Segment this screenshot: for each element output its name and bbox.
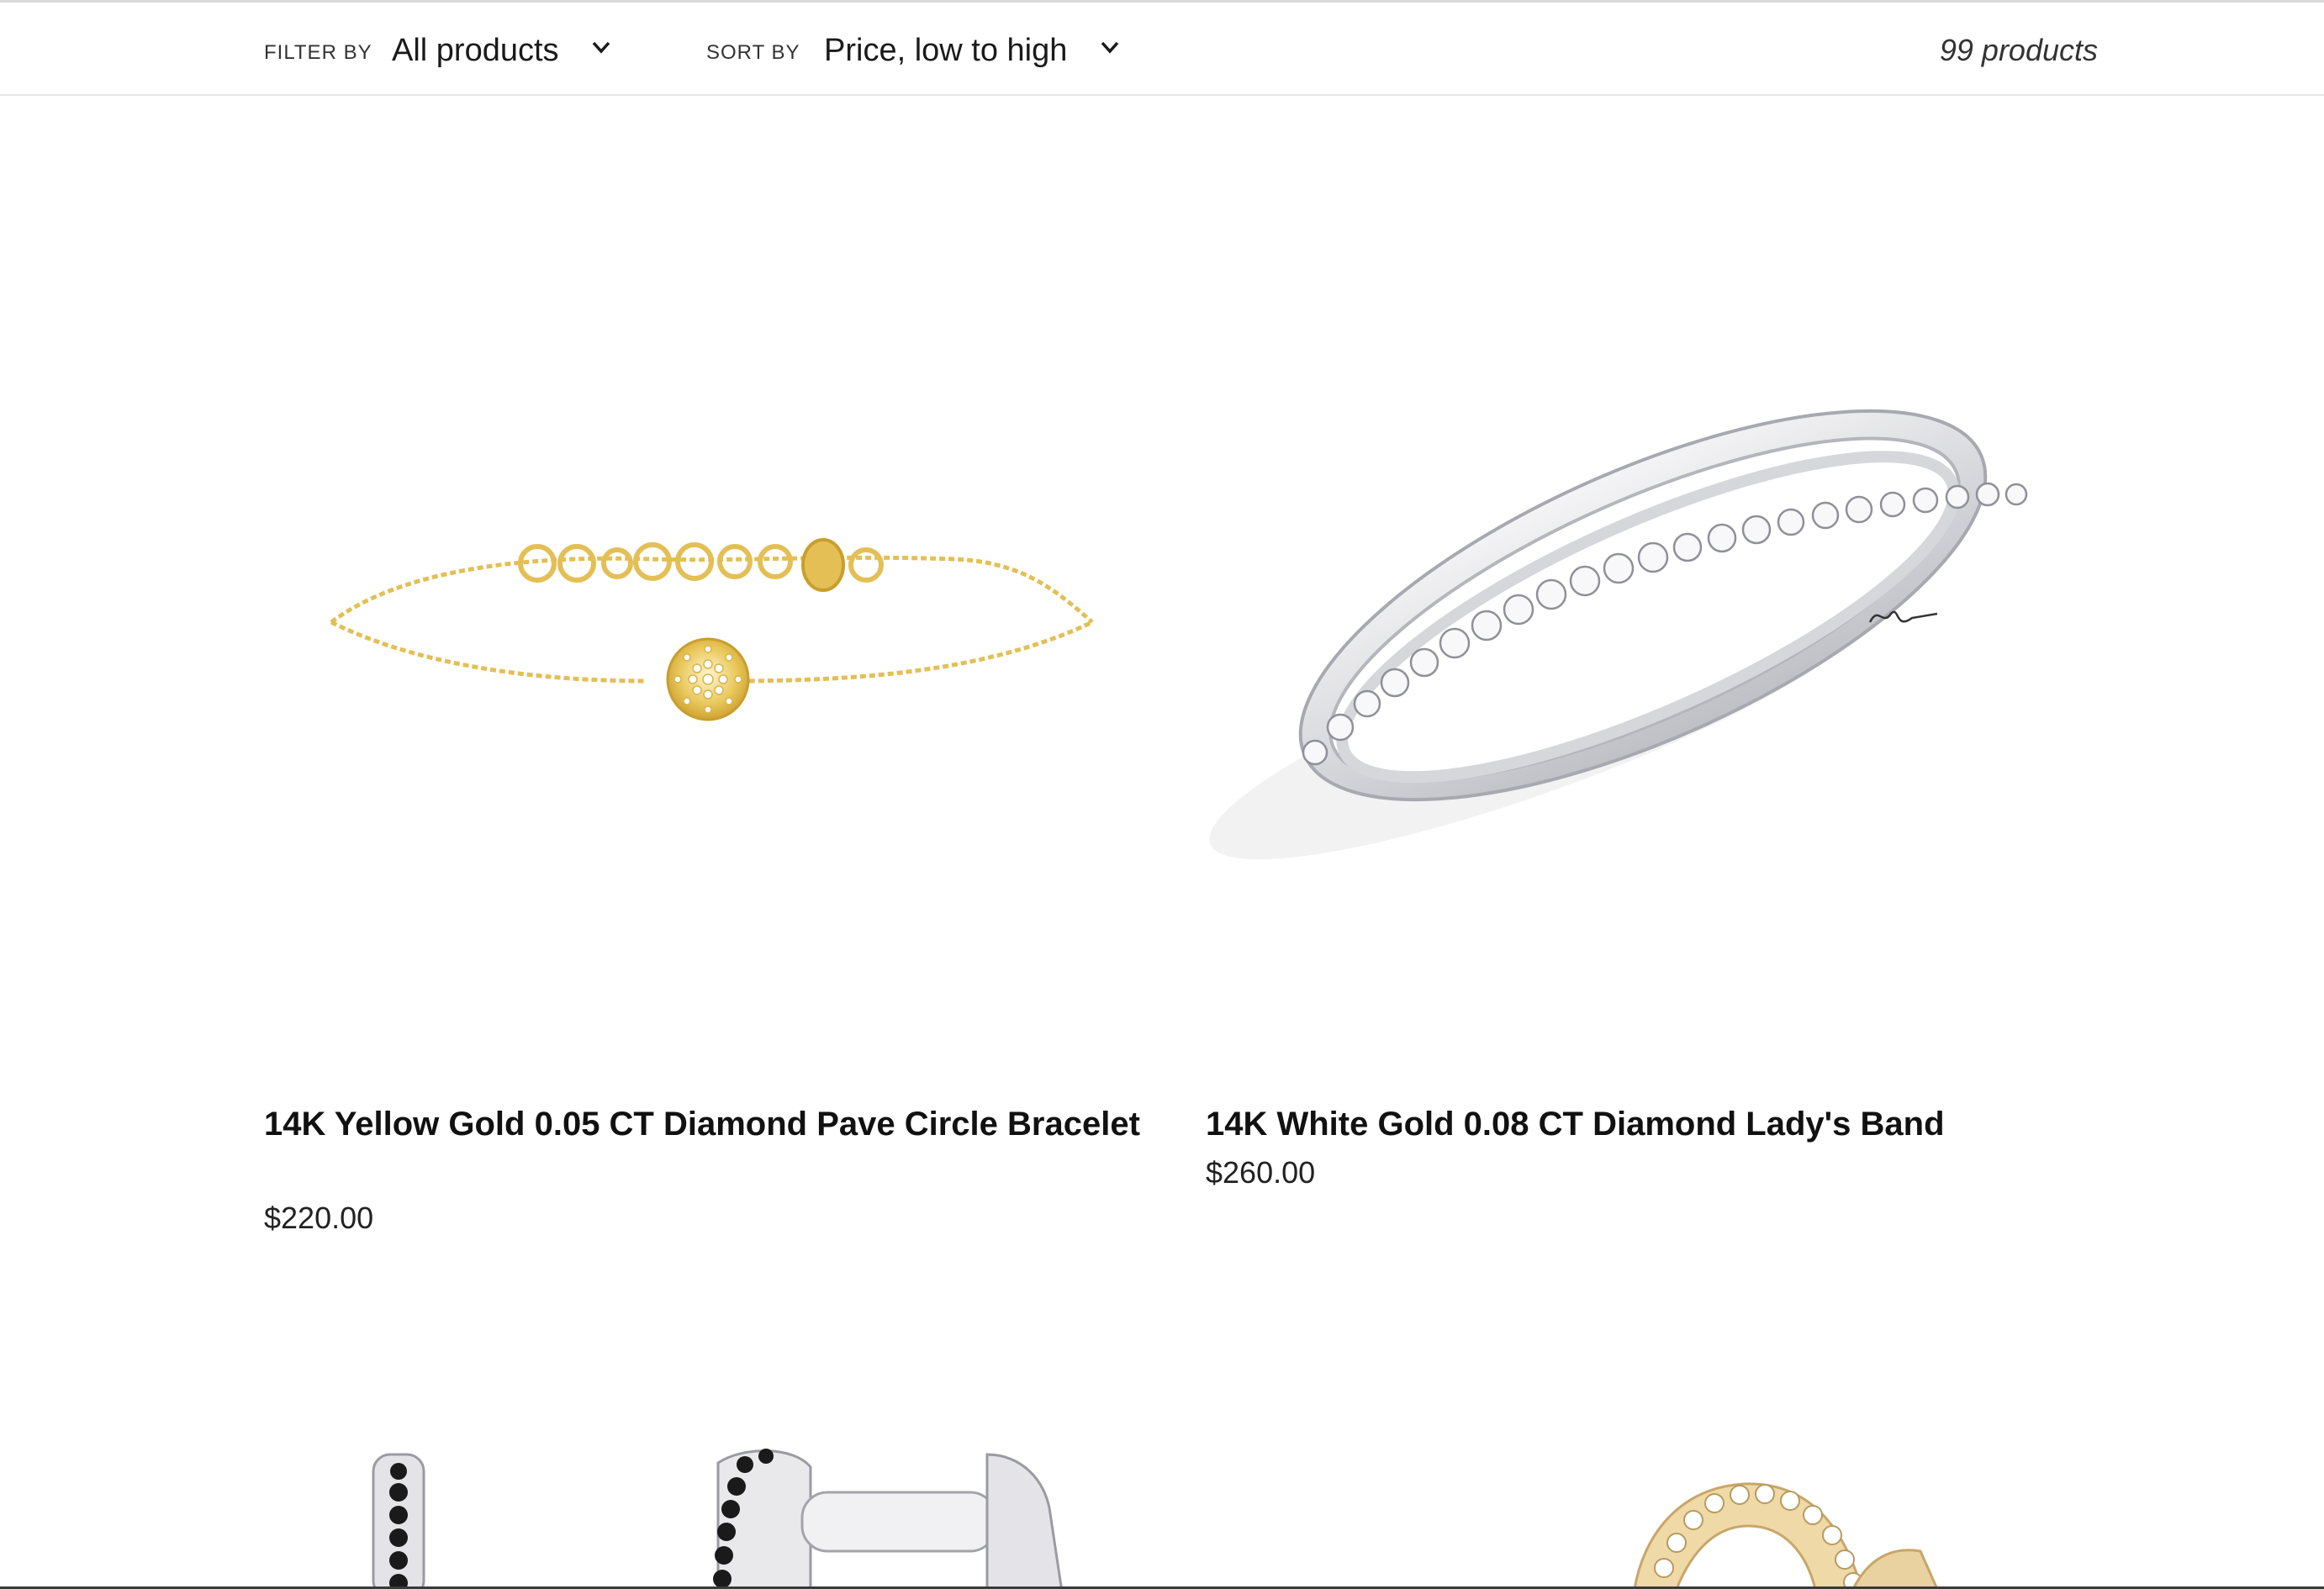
product-image[interactable] bbox=[264, 135, 1155, 1068]
product-title[interactable]: 14K Yellow Gold 0.05 CT Diamond Pave Cir… bbox=[264, 1101, 1155, 1147]
chevron-down-icon bbox=[1101, 41, 1119, 54]
black-diamond-earrings-image bbox=[372, 1449, 1064, 1589]
product-count: 99 products bbox=[1939, 33, 2098, 67]
product-image[interactable] bbox=[1206, 135, 2097, 1068]
sort-label: SORT BY bbox=[706, 41, 800, 64]
product-image[interactable] bbox=[1206, 1387, 2097, 1589]
filter-label: FILTER BY bbox=[264, 41, 372, 64]
gold-bracelet-image bbox=[330, 538, 1094, 721]
filter-select-value: All products bbox=[392, 33, 559, 68]
chevron-down-icon bbox=[592, 41, 610, 54]
filter-select[interactable]: All products bbox=[392, 31, 613, 70]
sort-select-value: Price, low to high bbox=[824, 33, 1068, 68]
product-price: $220.00 bbox=[264, 1201, 374, 1235]
collection-toolbar: FILTER BY All products SORT BY Price, lo… bbox=[0, 3, 2324, 96]
product-title[interactable]: 14K White Gold 0.08 CT Diamond Lady's Ba… bbox=[1206, 1101, 2097, 1147]
product-price: $260.00 bbox=[1206, 1155, 1316, 1190]
gold-diamond-ring-image bbox=[1633, 1482, 1939, 1589]
product-image[interactable] bbox=[264, 1387, 1155, 1589]
sort-select[interactable]: Price, low to high bbox=[824, 31, 1122, 70]
white-gold-band-image bbox=[1209, 409, 2028, 860]
